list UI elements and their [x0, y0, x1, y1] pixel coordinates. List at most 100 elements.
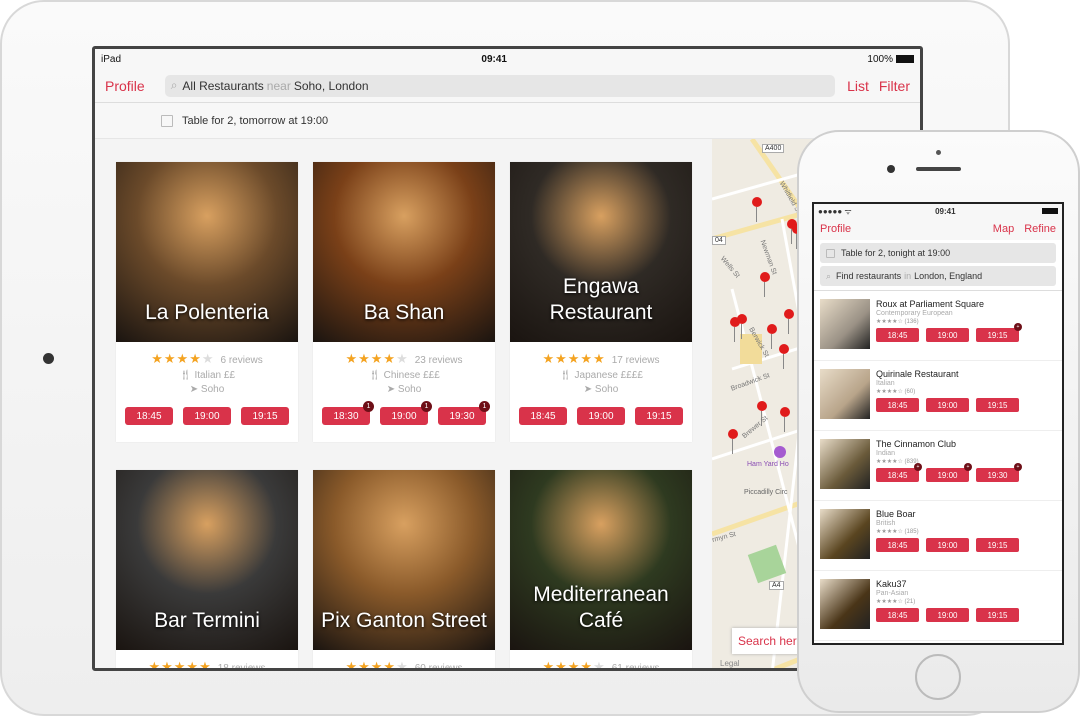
restaurant-name: Mediterranean Café	[533, 583, 669, 632]
star-icon: ★	[358, 659, 371, 671]
restaurant-card[interactable]: La Polenteria ★★★★★ 6 reviews 🍴︎ Italian ££…	[116, 162, 298, 442]
filter-button[interactable]: Filter	[879, 78, 910, 94]
search-field[interactable]: ⌕ All Restaurants near Soho, London	[164, 74, 836, 97]
booking-selector[interactable]: Table for 2, tomorrow at 19:00	[95, 103, 920, 139]
restaurant-card[interactable]: Mediterranean Café ★★★★★ 61 reviews	[510, 470, 692, 671]
area-text: Soho	[397, 384, 422, 395]
slot-time: 18:45	[887, 470, 908, 480]
time-slot-button[interactable]: 19:15	[241, 407, 289, 425]
star-icon: ★	[580, 351, 594, 366]
time-slots: 18:45 19:00 19:15	[876, 608, 1019, 622]
time-slot-button[interactable]: 18:45 +	[876, 463, 922, 482]
star-icon: ★	[555, 659, 568, 671]
map-legal-link[interactable]: Legal	[720, 659, 740, 668]
restaurant-list-item[interactable]: The Cinnamon Club Indian ★★★★☆ (839) 18:45 +…	[814, 431, 1062, 501]
time-slot-button[interactable]: 19:30 1	[438, 401, 490, 425]
map-pin-icon[interactable]	[752, 197, 762, 223]
time-slot-button[interactable]: 19:00 1	[380, 401, 432, 425]
slot-time: 18:30	[333, 410, 359, 422]
map-pin-icon[interactable]	[760, 272, 770, 298]
phone-refine-button[interactable]: Refine	[1024, 223, 1056, 235]
restaurant-photo: Ba Shan	[313, 162, 495, 342]
star-icon: ★	[345, 659, 359, 671]
star-icon: ★	[370, 351, 384, 366]
star-icon: ★	[567, 351, 581, 366]
map-pin-icon[interactable]	[728, 429, 738, 455]
time-slot-button[interactable]: 19:00	[926, 608, 969, 622]
time-slot-button[interactable]: 19:15 +	[976, 323, 1022, 342]
time-slot-button[interactable]: 18:45	[876, 608, 919, 622]
map-pin-icon[interactable]	[767, 324, 777, 350]
home-button[interactable]	[915, 654, 961, 700]
time-slot-button[interactable]: 18:45	[519, 407, 567, 425]
phone-map-button[interactable]: Map	[993, 223, 1014, 235]
restaurant-name: Kaku37	[876, 579, 907, 589]
phone-top-sensor	[936, 150, 941, 155]
restaurant-photo: Bar Termini	[116, 470, 298, 650]
time-slot-button[interactable]: 19:00 +	[926, 463, 972, 482]
star-icon: ★	[148, 659, 162, 671]
time-slot-button[interactable]: 19:15	[976, 538, 1019, 552]
ipad-camera	[43, 353, 54, 364]
time-slot-button[interactable]: 19:00	[926, 328, 969, 342]
time-slot-button[interactable]: 19:30 +	[976, 463, 1022, 482]
slot-time: 19:00	[588, 410, 614, 422]
star-rating: ★★★★★ 6 reviews	[116, 351, 298, 367]
time-slot-button[interactable]: 19:15	[976, 398, 1019, 412]
phone-booking-selector[interactable]: Table for 2, tonight at 19:00	[820, 243, 1056, 263]
time-slot-button[interactable]: 19:00	[926, 398, 969, 412]
status-bar: iPad 09:41 100%	[95, 49, 920, 69]
map-pin-icon[interactable]	[780, 407, 790, 433]
offer-badge: +	[1014, 463, 1022, 471]
star-icon: ★	[383, 351, 397, 366]
restaurant-list-item[interactable]: Quirinale Restaurant Italian ★★★★☆ (60) 18:…	[814, 361, 1062, 431]
iphone-device: ●●●●● ᯤ 09:41 Profile Map Refine Table fo…	[797, 130, 1080, 713]
restaurant-card[interactable]: Ba Shan ★★★★★ 23 reviews 🍴︎ Chinese £££ ➤ So…	[313, 162, 495, 442]
time-slots: 18:45 19:00 19:15	[116, 407, 298, 425]
star-icon: ★	[542, 351, 556, 366]
map-poi-ham-yard: Ham Yard Ho	[747, 461, 789, 468]
restaurant-list-item[interactable]: Blue Boar British ★★★★☆ (185) 18:45 19:00 19:…	[814, 501, 1062, 571]
time-slot-button[interactable]: 18:45	[876, 398, 919, 412]
rating: ★★★★☆ (839)	[876, 459, 919, 465]
slot-time: 19:30	[987, 470, 1008, 480]
time-slot-button[interactable]: 18:30 1	[322, 401, 374, 425]
area-text: Soho	[200, 384, 225, 395]
star-rating: ★★★★★ 60 reviews	[313, 659, 495, 671]
map-pin-icon[interactable]	[779, 344, 789, 370]
time-slot-button[interactable]: 19:15	[976, 608, 1019, 622]
list-button[interactable]: List	[847, 78, 869, 94]
phone-booking-text: Table for 2, tonight at 19:00	[841, 248, 951, 258]
restaurant-card[interactable]: Bar Termini ★★★★★ 18 reviews	[116, 470, 298, 671]
slot-time: 19:15	[987, 400, 1008, 410]
slot-time: 18:45	[887, 540, 908, 550]
time-slot-button[interactable]: 19:00	[183, 407, 231, 425]
time-slot-button[interactable]: 18:45	[876, 328, 919, 342]
review-count: 6 reviews	[220, 355, 263, 366]
time-slot-button[interactable]: 19:00	[577, 407, 625, 425]
time-slot-button[interactable]: 18:45	[876, 538, 919, 552]
map-pin-icon[interactable]	[737, 314, 747, 340]
star-icon: ★	[396, 659, 409, 671]
calendar-icon	[826, 248, 835, 258]
star-icon: ★	[199, 659, 212, 671]
cuisine-price: 🍴︎ Chinese £££	[313, 370, 495, 381]
time-slot-button[interactable]: 18:45	[125, 407, 173, 425]
restaurant-list-item[interactable]: Roux at Parliament Square Contemporary Eu…	[814, 291, 1062, 361]
time-slot-button[interactable]: 19:15	[635, 407, 683, 425]
restaurant-card[interactable]: Pix Ganton Street ★★★★★ 60 reviews	[313, 470, 495, 671]
phone-screen: ●●●●● ᯤ 09:41 Profile Map Refine Table fo…	[812, 202, 1064, 645]
profile-button[interactable]: Profile	[105, 78, 145, 94]
battery: 100%	[867, 54, 914, 65]
restaurant-list-item[interactable]: Kaku37 Pan-Asian ★★★★☆ (21) 18:45 19:00 19:15	[814, 571, 1062, 641]
time-slots: 18:45 19:00 19:15 +	[876, 323, 1022, 342]
star-icon: ★	[358, 351, 371, 366]
review-count: 61 reviews	[611, 663, 660, 671]
map-pin-icon[interactable]	[784, 309, 794, 335]
phone-search-field[interactable]: ⌕ Find restaurants in London, England	[820, 266, 1056, 286]
time-slot-button[interactable]: 19:00	[926, 538, 969, 552]
phone-profile-button[interactable]: Profile	[820, 223, 851, 235]
slot-time: 19:00	[937, 540, 958, 550]
cuisine-price: 🍴︎ Italian ££	[116, 370, 298, 381]
restaurant-card[interactable]: Engawa Restaurant ★★★★★ 17 reviews 🍴︎ Japan…	[510, 162, 692, 442]
